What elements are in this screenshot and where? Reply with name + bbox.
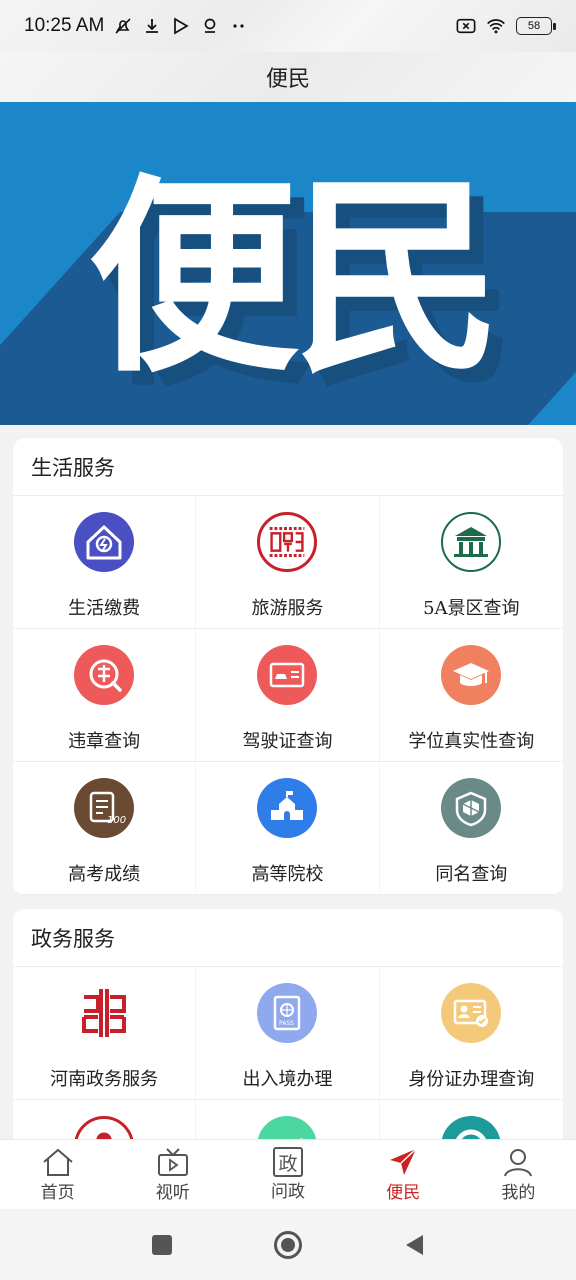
service-label: 生活缴费	[68, 598, 141, 619]
gov-services-card: 政务服务 河南政务服务 PASS 出入境办理 身份证办理查询	[13, 909, 563, 1169]
tab-video[interactable]: 视听	[115, 1146, 230, 1203]
service-label: 高考成绩	[68, 864, 141, 885]
house-bill-icon	[74, 512, 135, 572]
home-icon	[41, 1146, 75, 1178]
system-nav-bar	[0, 1209, 576, 1280]
tab-label: 视听	[155, 1183, 190, 1203]
service-item[interactable]: 河南政务服务	[13, 967, 197, 1100]
university-icon	[257, 778, 318, 838]
service-item[interactable]: 学位真实性查询	[379, 629, 563, 762]
service-item[interactable]: 违章查询	[13, 629, 197, 762]
tab-label: 首页	[40, 1183, 75, 1203]
more-dots-icon	[229, 16, 249, 36]
home-button[interactable]	[273, 1230, 303, 1260]
tab-mine[interactable]: 我的	[461, 1146, 576, 1203]
status-bar: 10:25 AM 58	[0, 0, 576, 52]
play-store-icon	[171, 16, 191, 36]
service-label: 驾驶证查询	[242, 731, 333, 752]
location-icon	[200, 16, 220, 36]
banner-text: 便民	[87, 156, 502, 401]
tab-home[interactable]: 首页	[0, 1146, 115, 1203]
title-bar: 便民	[0, 52, 576, 102]
svg-text:PASS: PASS	[279, 1020, 294, 1027]
send-arrow-icon	[386, 1146, 420, 1178]
page-title: 便民	[265, 67, 310, 92]
user-icon	[501, 1146, 535, 1178]
service-item[interactable]: 100 高考成绩	[13, 762, 197, 895]
service-label: 同名查询	[435, 864, 508, 885]
service-item[interactable]: 旅游服务	[196, 496, 380, 629]
service-label: 身份证办理查询	[408, 1069, 535, 1090]
life-services-grid: 生活缴费 旅游服务 5A景区查询 违章查询 驾驶证查询 学位真实性查询 100 …	[13, 496, 563, 895]
tab-label: 问政	[271, 1182, 305, 1202]
back-button[interactable]	[399, 1230, 429, 1260]
gov-ask-glyph: 政	[278, 1152, 298, 1175]
service-label: 违章查询	[68, 731, 141, 752]
henan-gov-logo-icon	[74, 983, 135, 1043]
service-label: 5A景区查询	[423, 598, 520, 619]
scenic-gate-icon	[441, 512, 502, 572]
status-time: 10:25 AM	[24, 15, 105, 36]
service-label: 学位真实性查询	[408, 731, 535, 752]
service-item[interactable]: 生活缴费	[13, 496, 197, 629]
gov-ask-icon: 政	[273, 1147, 303, 1177]
recents-button[interactable]	[147, 1230, 177, 1260]
tab-convenience[interactable]: 便民	[346, 1146, 461, 1203]
life-services-card: 生活服务 生活缴费 旅游服务 5A景区查询 违章查询 驾驶证查询 学位真实性查询…	[13, 438, 563, 895]
graduation-cap-icon	[441, 645, 502, 705]
service-label: 河南政务服务	[50, 1069, 159, 1090]
tab-label: 便民	[386, 1183, 421, 1203]
section-title: 生活服务	[13, 438, 563, 496]
tab-gov-ask[interactable]: 政 问政	[230, 1147, 345, 1202]
svg-text:100: 100	[107, 815, 126, 826]
battery-level: 58	[527, 20, 541, 32]
no-sim-icon	[456, 16, 476, 36]
travel-seal-icon	[257, 512, 318, 572]
service-label: 高等院校	[251, 864, 324, 885]
exam-score-icon: 100	[74, 778, 135, 838]
bottom-tab-bar: 首页 视听 政 问政 便民 我的	[0, 1139, 576, 1209]
violation-search-icon	[74, 645, 135, 705]
id-card-icon	[441, 983, 502, 1043]
service-item[interactable]: 身份证办理查询	[379, 967, 563, 1100]
battery-icon: 58	[516, 17, 556, 35]
service-label: 出入境办理	[242, 1069, 333, 1090]
service-item[interactable]: PASS 出入境办理	[196, 967, 380, 1100]
service-item[interactable]: 5A景区查询	[379, 496, 563, 629]
tab-label: 我的	[501, 1183, 536, 1203]
download-icon	[142, 16, 162, 36]
service-label: 旅游服务	[251, 598, 324, 619]
mute-icon	[113, 16, 133, 36]
service-item[interactable]: 驾驶证查询	[196, 629, 380, 762]
section-title: 政务服务	[13, 909, 563, 967]
service-item[interactable]: 同名查询	[379, 762, 563, 895]
shield-cube-icon	[441, 778, 502, 838]
banner-image[interactable]: 便民	[0, 102, 576, 425]
driver-license-icon	[257, 645, 318, 705]
wifi-icon	[486, 16, 506, 36]
tv-icon	[156, 1146, 190, 1178]
passport-icon: PASS	[257, 983, 318, 1043]
service-item[interactable]: 高等院校	[196, 762, 380, 895]
